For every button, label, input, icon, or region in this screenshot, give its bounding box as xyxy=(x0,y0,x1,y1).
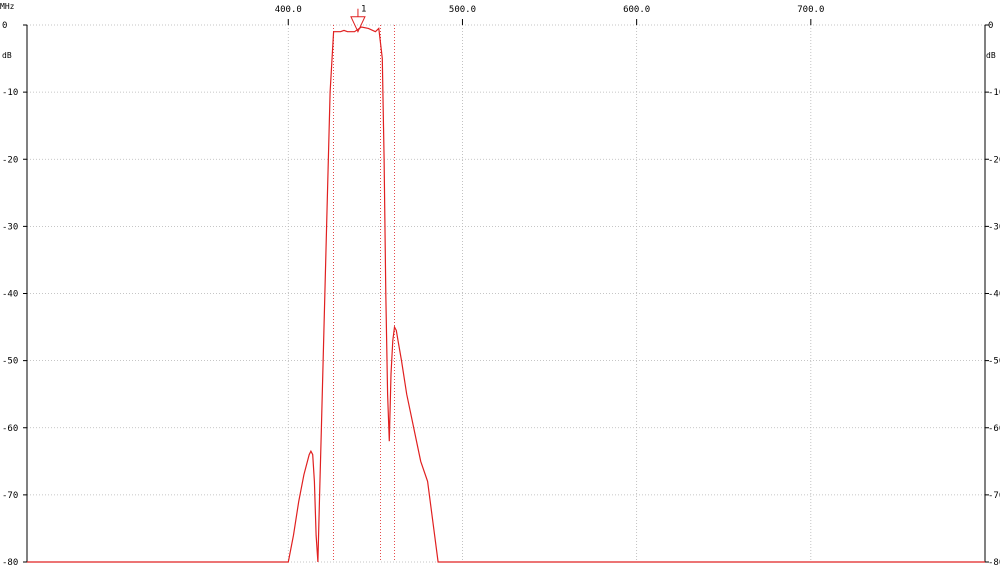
x-tick-label: 500.0 xyxy=(449,5,476,15)
y-tick-label-left: -40 xyxy=(2,290,18,300)
y-tick-label-right: -20 xyxy=(988,155,1000,165)
y-tick-label-right: -50 xyxy=(988,357,1000,367)
chart-background xyxy=(0,0,1000,569)
y-unit-label-right: dB xyxy=(986,51,996,60)
y-unit-label-left: dB xyxy=(2,51,12,60)
y-tick-label-left: -30 xyxy=(2,222,18,232)
y-tick-label-left: -10 xyxy=(2,88,18,98)
marker-label: 1 xyxy=(361,5,366,15)
x-tick-label: 600.0 xyxy=(623,5,650,15)
y-tick-label-right: -60 xyxy=(988,424,1000,434)
y-tick-label-left: -70 xyxy=(2,491,18,501)
spectrum-chart: 0 -10 -20 -30 -40 -50 -60 -70 -80 0 -10 -20 -30 -40 -… xyxy=(0,0,1000,569)
y-tick-label-left: 0 xyxy=(2,21,7,31)
y-tick-label-right: -10 xyxy=(988,88,1000,98)
x-tick-label: 400.0 xyxy=(275,5,302,15)
y-tick-label-right: 0 xyxy=(988,21,993,31)
y-tick-label-right: -80 xyxy=(988,558,1000,568)
y-tick-label-left: -60 xyxy=(2,424,18,434)
x-tick-label: 700.0 xyxy=(797,5,824,15)
y-tick-label-left: -80 xyxy=(2,558,18,568)
y-tick-label-left: -50 xyxy=(2,357,18,367)
y-tick-label-right: -40 xyxy=(988,290,1000,300)
y-tick-label-right: -30 xyxy=(988,222,1000,232)
y-tick-label-left: -20 xyxy=(2,155,18,165)
x-unit-label: MHz xyxy=(0,2,15,11)
y-tick-label-right: -70 xyxy=(988,491,1000,501)
